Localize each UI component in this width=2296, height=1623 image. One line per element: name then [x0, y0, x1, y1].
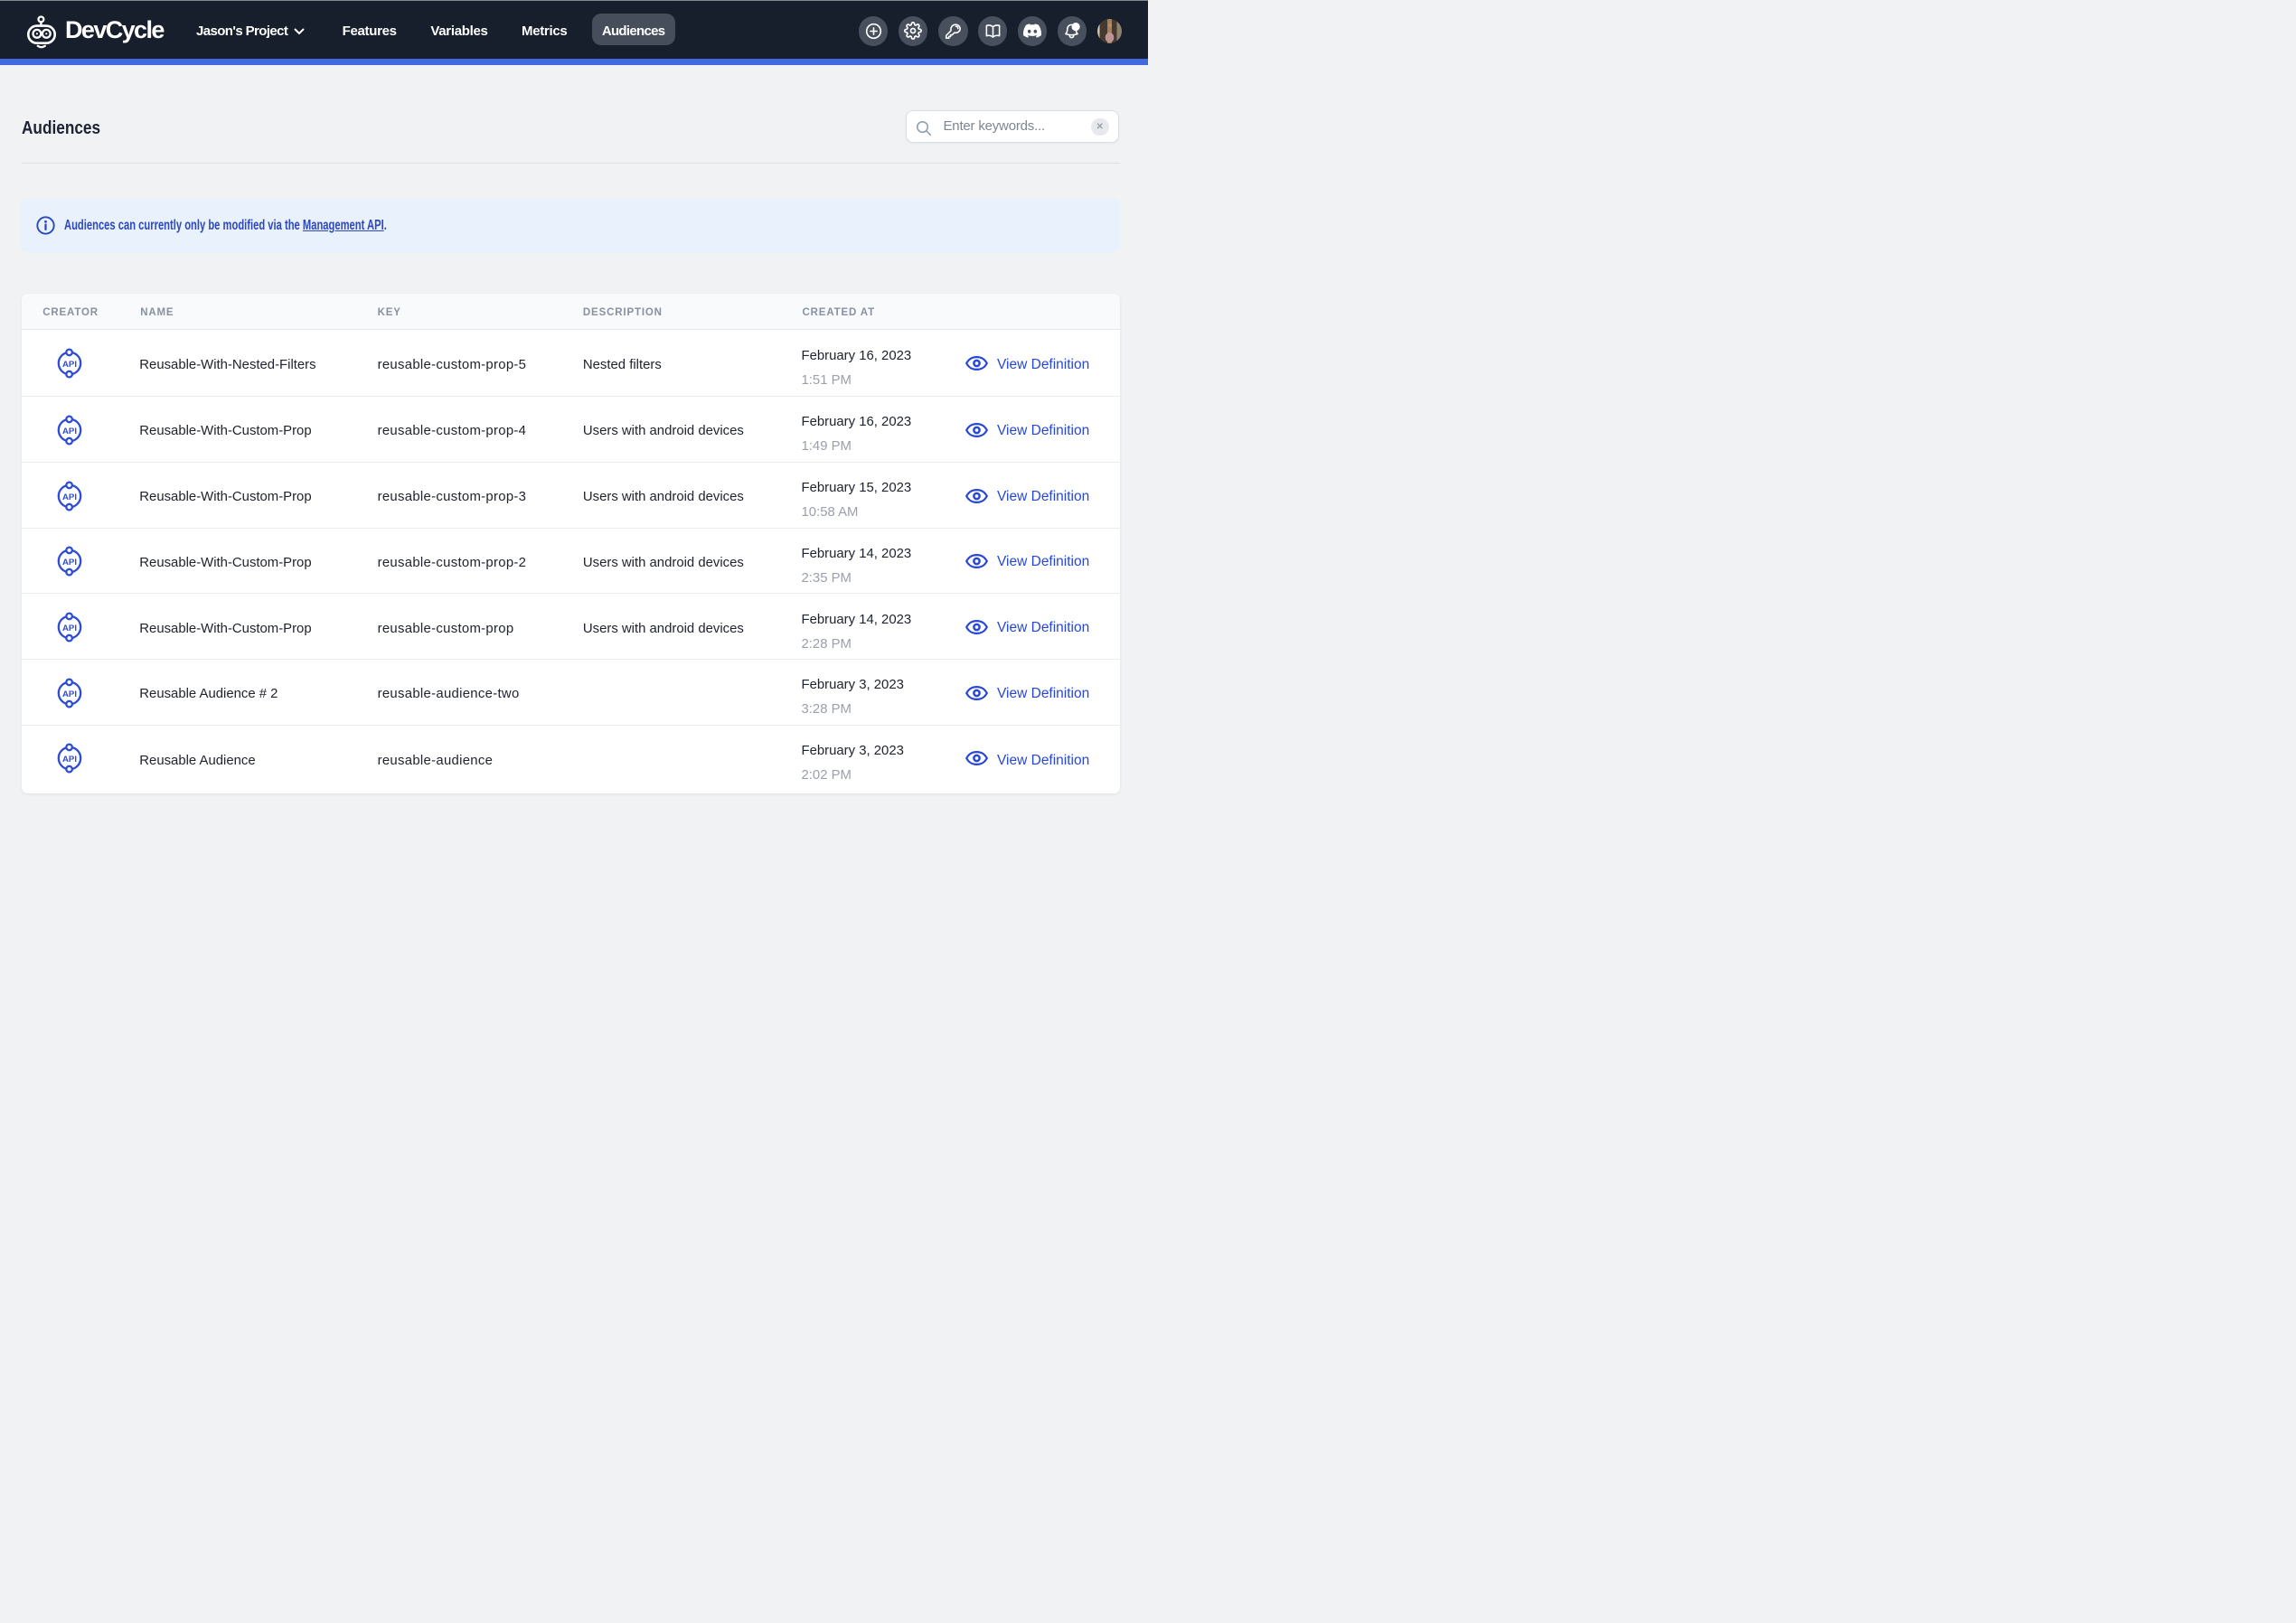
svg-text:API: API	[62, 360, 77, 370]
svg-text:API: API	[62, 689, 77, 699]
svg-text:API: API	[62, 624, 77, 633]
svg-text:API: API	[62, 558, 77, 568]
svg-text:API: API	[62, 492, 77, 502]
svg-text:API: API	[62, 755, 77, 765]
svg-text:API: API	[62, 427, 77, 436]
